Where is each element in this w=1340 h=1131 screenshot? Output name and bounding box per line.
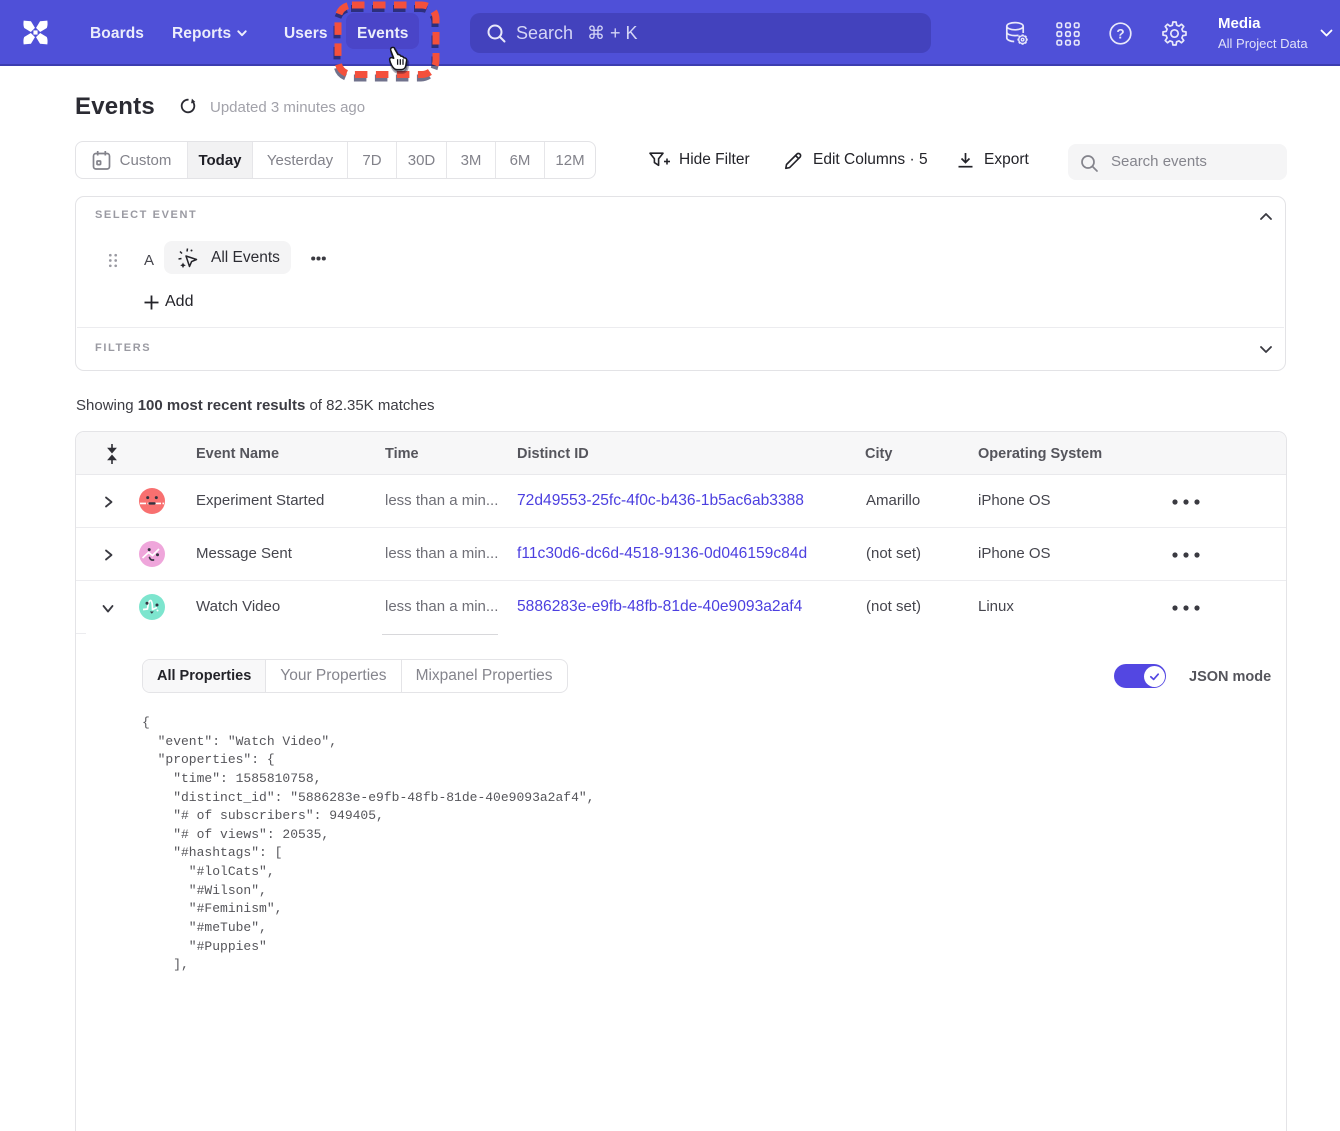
svg-text:?: ? xyxy=(1116,26,1124,41)
